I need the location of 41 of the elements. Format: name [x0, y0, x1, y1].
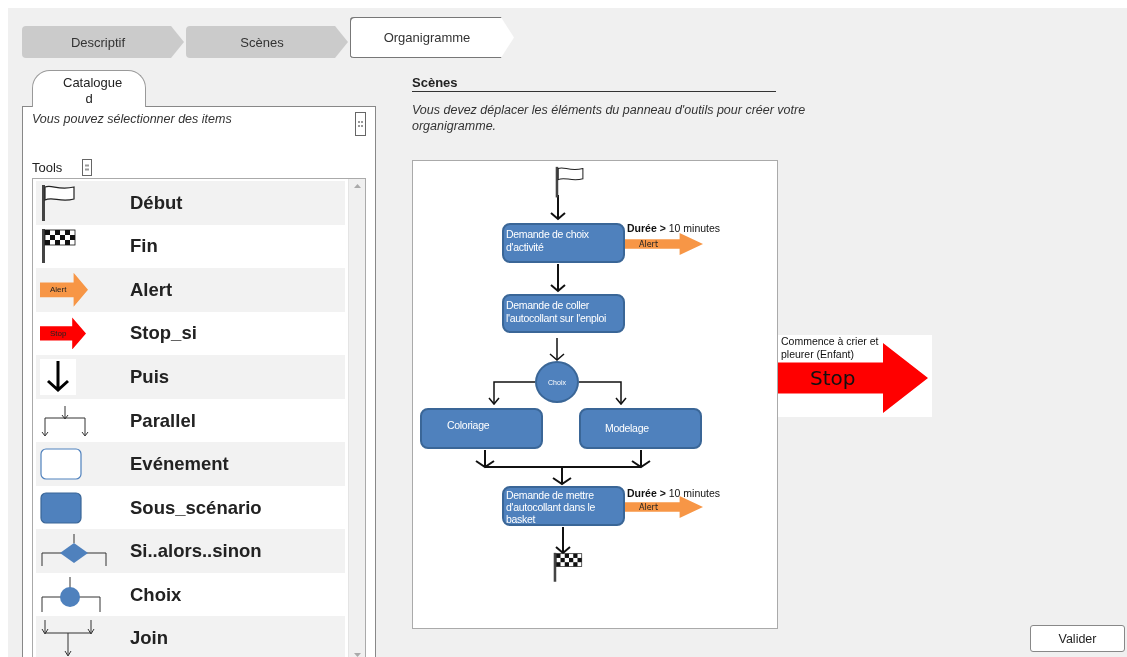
task-node: Demande de coller l'autocollant sur l'enploi [502, 294, 625, 333]
task-node: Demande de choix d'activité [502, 223, 625, 263]
split-arrows-icon [40, 404, 90, 437]
catalog-tab[interactable]: Catalogue d [32, 70, 146, 107]
tool-item[interactable]: Evénement [36, 442, 345, 486]
flag-icon [554, 166, 585, 199]
image-placeholder-icon [355, 112, 366, 136]
condition-text: Durée > 10 minutes [627, 222, 721, 234]
image-placeholder-icon [82, 159, 93, 176]
tool-item[interactable]: Si..alors..sinon [36, 529, 345, 573]
hint-text: Vous pouvez sélectionner des items [32, 112, 232, 128]
condition-text: Durée > 10 minutes [627, 487, 721, 499]
rounded-rectangle-icon [40, 448, 82, 481]
circle-branch-icon [40, 575, 104, 614]
tool-item[interactable]: Début [36, 181, 345, 225]
task-node: Modelage [579, 408, 702, 449]
step-tab[interactable]: Organigramme [350, 17, 514, 58]
scroll-down-icon [353, 653, 361, 657]
tools-label: Tools [32, 160, 63, 175]
stop-rule-text: Commence à crier et pleurer (Enfant) [781, 335, 880, 361]
step-tab[interactable]: Descriptif [22, 26, 184, 58]
task-node: Demande de mettre d'autocollant dans le basket [502, 486, 625, 526]
step-tab[interactable]: Scènes [186, 26, 348, 58]
checkered-flag-icon [40, 228, 76, 265]
instructions-text: Vous devez déplacer les éléments du panneau d'outils pour créer votre organigramme. [412, 102, 807, 134]
join-arrows-icon [40, 619, 96, 657]
tool-item[interactable]: Puis [36, 355, 345, 399]
scrollbar[interactable] [348, 179, 365, 657]
connector-arrow [550, 194, 566, 221]
rounded-rectangle-icon [40, 491, 82, 524]
section-title: Scènes [412, 75, 776, 92]
scroll-up-icon [353, 184, 361, 188]
connector-arrow [555, 526, 571, 555]
flag-icon [40, 183, 76, 222]
task-node: Coloriage [420, 408, 543, 449]
checkered-flag-icon [552, 552, 583, 583]
connector-arrow [550, 263, 566, 293]
tool-item[interactable]: Alert Alert [36, 268, 345, 312]
validate-button[interactable]: Valider [1030, 625, 1125, 652]
tool-item[interactable]: Join [36, 616, 345, 657]
connector-arrow [549, 337, 565, 361]
